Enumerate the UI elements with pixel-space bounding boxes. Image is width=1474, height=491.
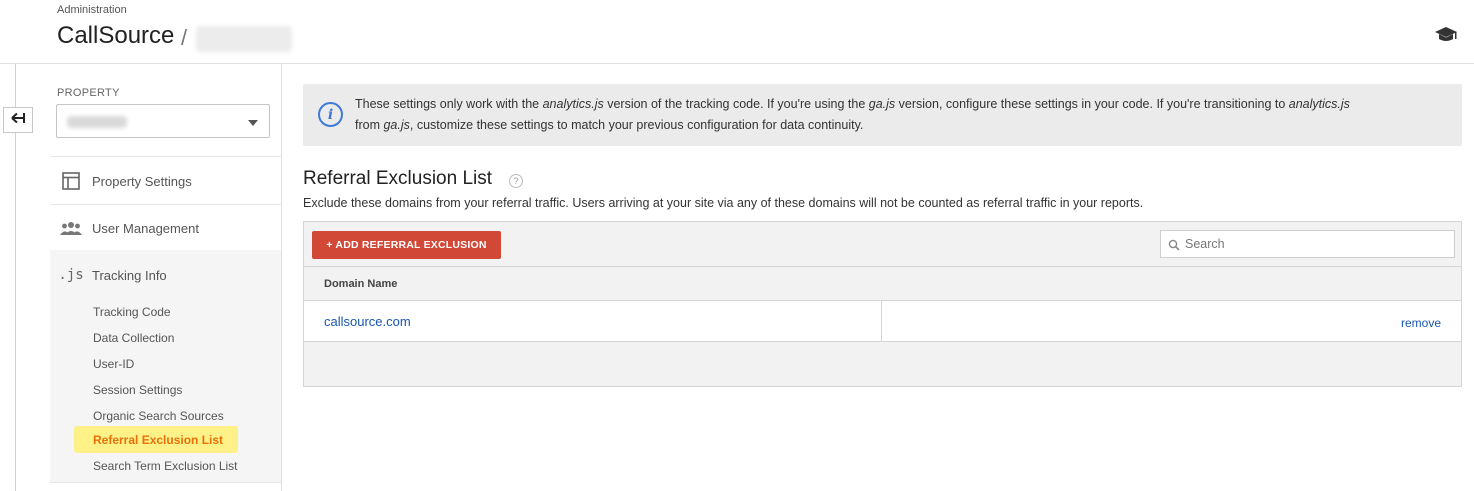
info-text-em: ga.js [868, 97, 896, 111]
sidebar-item-label: Property Settings [92, 173, 192, 189]
nav-divider [50, 482, 281, 483]
section-description: Exclude these domains from your referral… [303, 196, 1144, 210]
back-arrow-icon [10, 111, 26, 129]
add-referral-exclusion-button[interactable]: + ADD REFERRAL EXCLUSION [312, 231, 501, 259]
info-text-em: analytics.js [542, 97, 604, 111]
column-header-domain-name[interactable]: Domain Name [324, 278, 397, 290]
remove-link[interactable]: remove [1401, 316, 1441, 330]
sidebar-item-label: Tracking Info [92, 267, 167, 283]
admin-sidebar: PROPERTY Property Settings User Manageme… [50, 64, 282, 491]
sidebar-item-label: User Management [92, 220, 199, 236]
sidebar-subitem-search-term-exclusion-list[interactable]: Search Term Exclusion List [93, 459, 238, 473]
sidebar-subitem-session-settings[interactable]: Session Settings [93, 383, 182, 397]
table-row: callsource.com remove [304, 301, 1461, 342]
property-select-value-redacted [67, 116, 127, 128]
title-separator: / [181, 25, 188, 50]
info-banner: i These settings only work with the anal… [303, 84, 1462, 146]
search-icon [1168, 238, 1180, 256]
chevron-down-icon [248, 120, 258, 126]
page-header: Administration CallSource / [0, 0, 1474, 64]
property-select[interactable] [56, 104, 270, 138]
info-text-part: from [355, 118, 384, 132]
table-toolbar: + ADD REFERRAL EXCLUSION [304, 222, 1461, 267]
sidebar-item-tracking-info[interactable]: .js Tracking Info [50, 252, 281, 298]
property-label: PROPERTY [57, 87, 120, 99]
sidebar-subitem-tracking-code[interactable]: Tracking Code [93, 305, 171, 319]
info-text-em: analytics.js [1288, 97, 1350, 111]
page-title: Referral Exclusion List [303, 168, 493, 189]
info-text-part: These settings only work with the [355, 97, 543, 111]
info-text-part: version of the tracking code. If you're … [603, 97, 869, 111]
sidebar-subitem-user-id[interactable]: User-ID [93, 357, 134, 371]
info-text-part: , customize these settings to match your… [409, 118, 864, 132]
sidebar-subitem-data-collection[interactable]: Data Collection [93, 331, 174, 345]
sidebar-item-property-settings[interactable]: Property Settings [50, 158, 281, 204]
back-button[interactable] [3, 107, 33, 133]
nav-divider [50, 156, 281, 157]
layout-icon [50, 172, 92, 190]
info-text-em: ga.js [383, 118, 410, 132]
info-text: These settings only work with the analyt… [355, 94, 1445, 136]
people-icon [50, 221, 92, 235]
table-header: Domain Name [304, 267, 1461, 301]
sidebar-subitem-organic-search-sources[interactable]: Organic Search Sources [93, 409, 224, 423]
sidebar-item-user-management[interactable]: User Management [50, 205, 281, 251]
search-input[interactable] [1185, 235, 1445, 253]
referral-exclusion-table: + ADD REFERRAL EXCLUSION Domain Name cal… [303, 221, 1462, 387]
domain-link[interactable]: callsource.com [324, 314, 411, 329]
js-icon: .js [58, 267, 84, 283]
breadcrumb[interactable]: Administration [57, 4, 127, 16]
property-name-redacted [196, 26, 292, 52]
info-icon: i [318, 102, 343, 127]
search-box[interactable] [1160, 230, 1455, 258]
info-text-part: version, configure these settings in you… [895, 97, 1289, 111]
help-icon[interactable]: ? [509, 174, 523, 188]
graduation-cap-icon[interactable] [1434, 25, 1458, 45]
sidebar-subitem-referral-exclusion-list[interactable]: Referral Exclusion List [93, 433, 223, 447]
account-title[interactable]: CallSource [57, 22, 174, 50]
cell-divider [881, 301, 882, 341]
